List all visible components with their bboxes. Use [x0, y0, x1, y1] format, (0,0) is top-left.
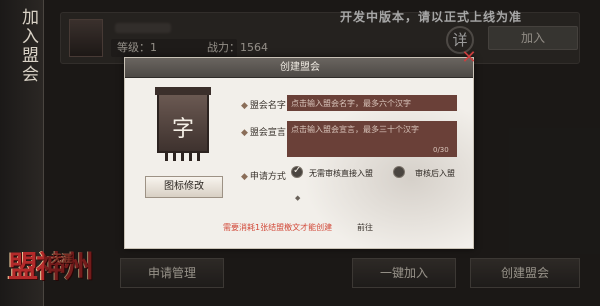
declaration-char-count: 0/30 — [433, 146, 449, 154]
emblem-character: 字 — [171, 117, 194, 142]
review-radio[interactable] — [393, 166, 405, 178]
diamond-icon: ◆ — [241, 128, 248, 138]
apply-label-text: 申请方式 — [249, 172, 286, 182]
close-icon[interactable]: ✕ — [460, 49, 478, 68]
no-review-radio[interactable]: ✓ — [291, 165, 303, 178]
dialog-title: 创建盟会 — [280, 62, 320, 73]
emblem-top-bar — [155, 87, 211, 95]
side-title: 加入盟会 — [18, 8, 38, 84]
goto-link[interactable]: 前往 — [357, 222, 373, 233]
diamond-icon: ◆ — [241, 101, 248, 111]
decl-label-text: 盟会宣言 — [249, 128, 286, 138]
check-icon: ✓ — [293, 165, 302, 176]
alliance-name-input[interactable] — [287, 95, 457, 111]
no-review-label[interactable]: 无需审核直接入盟 — [309, 168, 373, 179]
declaration-field-label: ◆ 盟会宣言 — [241, 125, 286, 138]
diamond-icon: ◆ — [241, 172, 248, 182]
creation-cost-note: 需要消耗1张结盟檄文才能创建 — [223, 223, 333, 232]
apply-method-label: ◆ 申请方式 — [241, 169, 286, 182]
emblem-fringe — [165, 151, 205, 161]
dialog-header: 创建盟会 — [125, 58, 473, 78]
review-label[interactable]: 审核后入盟 — [415, 168, 455, 179]
alliance-emblem: 字 — [155, 87, 211, 161]
icon-edit-button[interactable]: 图标修改 — [145, 176, 223, 198]
name-field-label: ◆ 盟会名字 — [241, 98, 286, 111]
divider-diamond-icon: ◆ — [295, 194, 301, 202]
name-label-text: 盟会名字 — [249, 101, 286, 111]
alliance-declaration-input[interactable] — [287, 121, 457, 157]
create-alliance-dialog: 创建盟会 字 图标修改 ◆盟会名字 ◆盟会宣言 0/30 ◆申请方式 ✓ 无需审… — [124, 57, 474, 249]
